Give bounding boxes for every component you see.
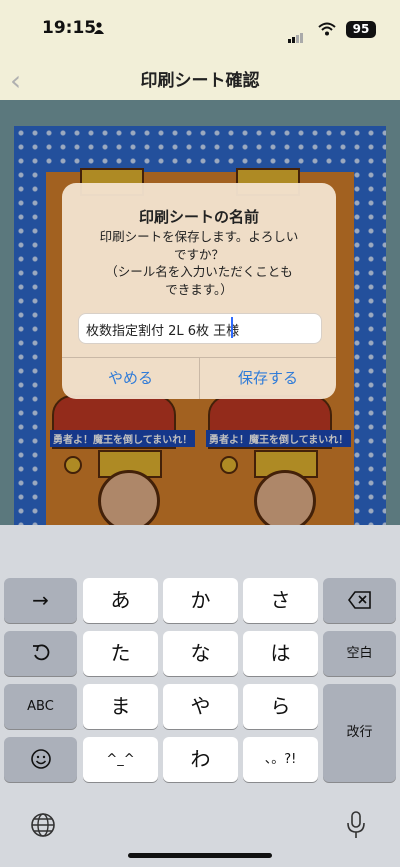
cancel-button[interactable]: やめる — [62, 358, 199, 399]
undo-icon — [32, 644, 49, 661]
person-icon — [94, 22, 104, 34]
key-kaomoji[interactable]: ^_^ — [83, 737, 158, 782]
key-ya[interactable]: や — [163, 684, 238, 729]
save-button[interactable]: 保存する — [200, 358, 336, 399]
key-ta[interactable]: た — [83, 631, 158, 676]
wifi-icon — [318, 22, 336, 36]
space-key[interactable]: 空白 — [323, 631, 396, 676]
signal-icon — [288, 24, 304, 43]
backspace-key[interactable] — [323, 578, 396, 623]
key-arrow-right[interactable]: → — [4, 578, 77, 623]
backspace-icon — [347, 591, 371, 609]
microphone-icon[interactable] — [346, 810, 366, 840]
dialog-title: 印刷シートの名前 — [138, 208, 259, 226]
key-ha[interactable]: は — [243, 631, 318, 676]
emoji-key[interactable] — [4, 737, 77, 782]
key-a[interactable]: あ — [83, 578, 158, 623]
dialog-message: 印刷シートを保存します。よろしい ですか？ （シール名を入力いただくことも でき… — [99, 229, 299, 297]
undo-key[interactable] — [4, 631, 77, 676]
key-na[interactable]: な — [163, 631, 238, 676]
sheet-name-value: 枚数指定割付 2L 6枚 王様 — [86, 324, 240, 339]
key-ma[interactable]: ま — [83, 684, 158, 729]
return-key[interactable]: 改行 — [323, 684, 396, 782]
key-punctuation[interactable]: 、。?! — [243, 737, 318, 782]
status-time: 19:15 — [42, 18, 97, 38]
abc-key[interactable]: ABC — [4, 684, 77, 729]
key-wa[interactable]: わ — [163, 737, 238, 782]
key-ka[interactable]: か — [163, 578, 238, 623]
emoji-icon — [30, 749, 51, 769]
key-sa[interactable]: さ — [243, 578, 318, 623]
home-indicator — [128, 853, 272, 858]
battery-indicator: 95 — [346, 21, 376, 38]
globe-icon[interactable] — [30, 812, 56, 838]
text-caret — [231, 317, 233, 338]
key-ra[interactable]: ら — [243, 684, 318, 729]
page-title: 印刷シート確認 — [140, 71, 260, 91]
